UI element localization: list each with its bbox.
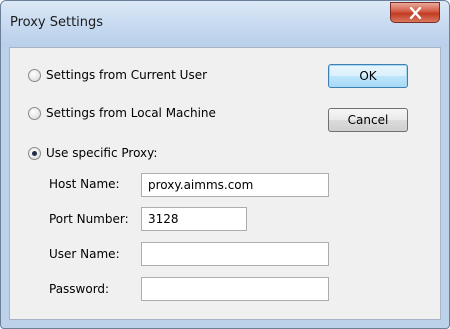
radio-local-machine-button[interactable] [28,106,41,120]
radio-current-user-label: Settings from Current User [46,68,208,82]
user-name-label: User Name: [49,247,120,261]
host-name-field[interactable] [141,173,329,197]
password-label: Password: [49,282,110,296]
host-name-label: Host Name: [49,177,120,191]
user-name-field[interactable] [141,242,329,266]
radio-current-user-button[interactable] [28,68,41,82]
radio-current-user[interactable]: Settings from Current User [28,67,207,83]
radio-local-machine-label: Settings from Local Machine [46,106,216,120]
close-button[interactable] [390,2,440,23]
proxy-settings-dialog: Proxy Settings Settings from Current Use… [0,0,450,329]
ok-button[interactable]: OK [328,64,408,88]
title-bar[interactable]: Proxy Settings [1,1,449,47]
radio-local-machine[interactable]: Settings from Local Machine [28,105,216,121]
close-icon [409,7,422,19]
cancel-button[interactable]: Cancel [328,108,408,132]
radio-specific-proxy-label: Use specific Proxy: [46,146,158,160]
window-title: Proxy Settings [10,15,104,30]
password-field[interactable] [141,277,329,301]
port-number-label: Port Number: [49,212,129,226]
port-number-field[interactable] [141,207,247,231]
radio-specific-proxy-button[interactable] [28,146,41,160]
radio-specific-proxy[interactable]: Use specific Proxy: [28,145,157,161]
